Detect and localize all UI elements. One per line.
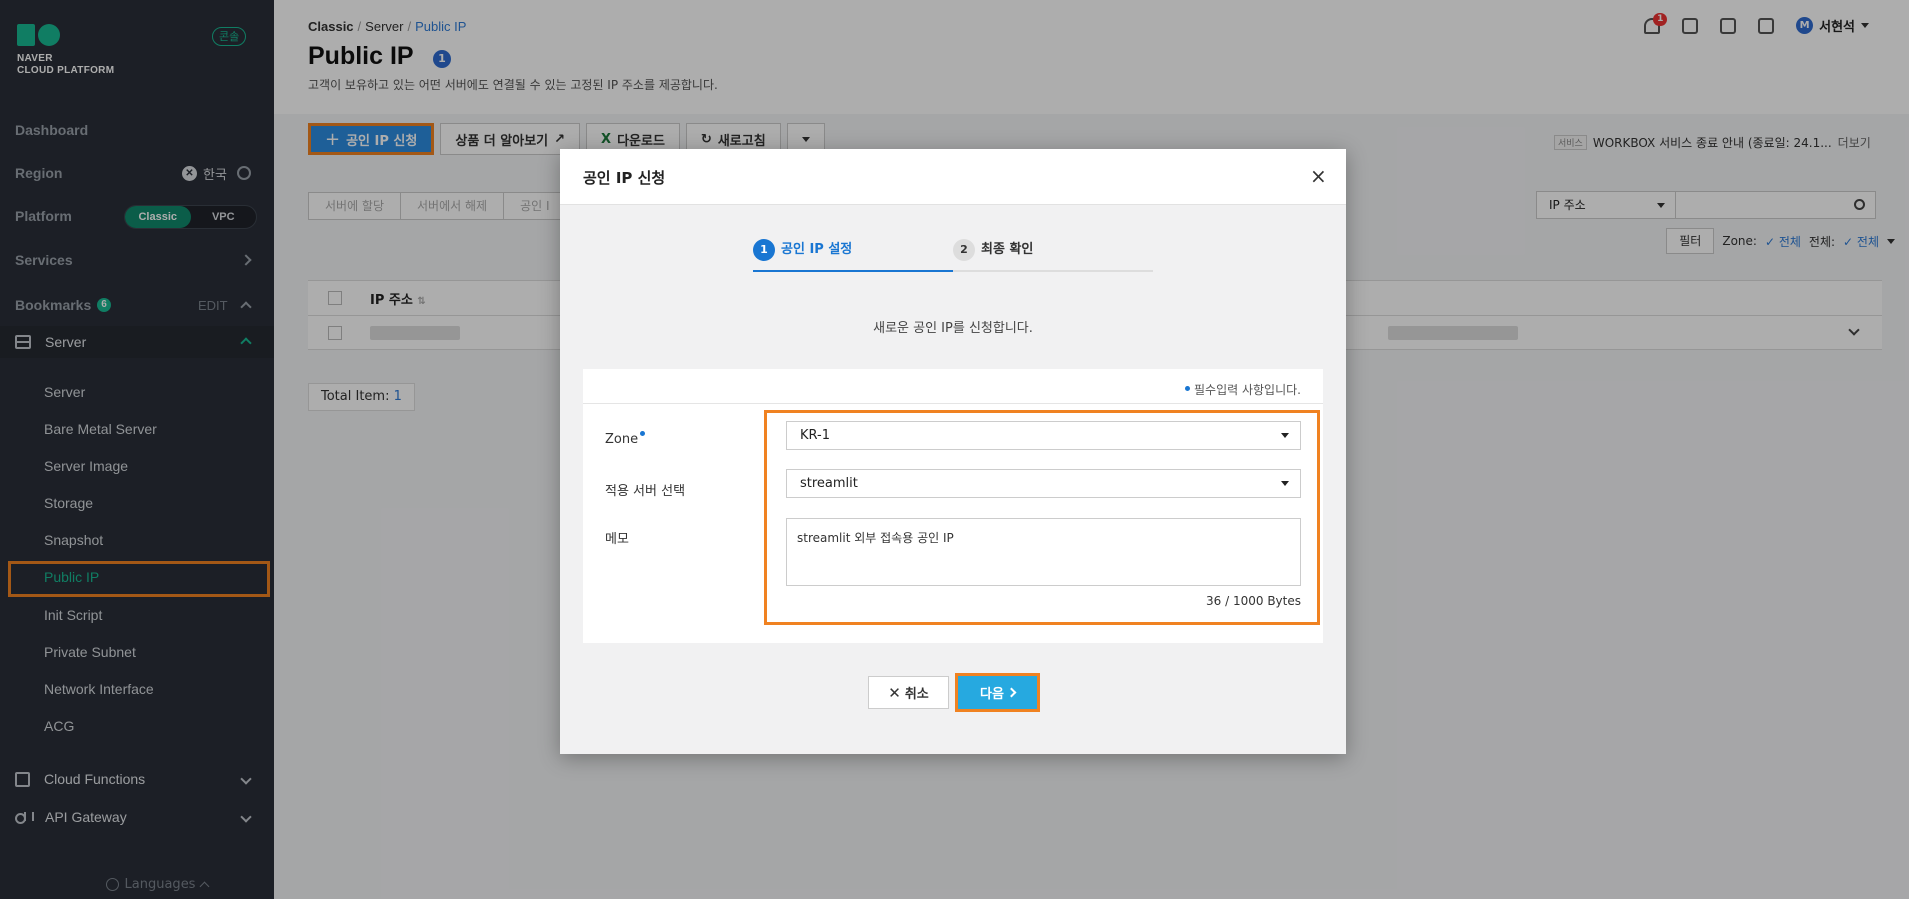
step-2-number: 2 <box>953 239 975 261</box>
next-button[interactable]: 다음 <box>955 673 1040 712</box>
caret-down-icon <box>1281 481 1289 486</box>
zone-label: Zone <box>605 431 646 447</box>
server-select[interactable]: streamlit <box>786 469 1301 498</box>
step-indicator: 1 공인 IP 설정 2 최종 확인 <box>753 239 1153 272</box>
form-card: 필수입력 사항입니다. Zone 적용 서버 선택 메모 KR-1 stream… <box>583 369 1323 643</box>
modal-header: 공인 IP 신청 × <box>560 149 1346 205</box>
chevron-right-icon <box>1006 687 1017 698</box>
memo-textarea[interactable]: streamlit 외부 접속용 공인 IP <box>786 518 1301 586</box>
step-2: 2 최종 확인 <box>953 239 1153 270</box>
zone-select-value: KR-1 <box>800 428 830 443</box>
step-2-label: 최종 확인 <box>981 242 1034 257</box>
close-icon[interactable]: × <box>1310 166 1327 186</box>
step-1: 1 공인 IP 설정 <box>753 239 953 272</box>
modal-subtitle: 새로운 공인 IP를 신청합니다. <box>873 321 1033 336</box>
caret-down-icon <box>1281 433 1289 438</box>
required-dot-icon <box>1185 386 1190 391</box>
server-select-label: 적용 서버 선택 <box>605 484 686 499</box>
apply-public-ip-modal: 공인 IP 신청 × 1 공인 IP 설정 2 최종 확인 새로운 공인 IP를… <box>560 149 1346 754</box>
memo-label: 메모 <box>605 532 629 547</box>
step-1-label: 공인 IP 설정 <box>781 242 853 257</box>
cancel-button[interactable]: ✕ 취소 <box>868 676 949 709</box>
zone-label-text: Zone <box>605 432 639 447</box>
server-select-value: streamlit <box>800 476 858 491</box>
required-note: 필수입력 사항입니다. <box>1185 381 1301 398</box>
zone-select[interactable]: KR-1 <box>786 421 1301 450</box>
step-1-number: 1 <box>753 239 775 261</box>
modal-title: 공인 IP 신청 <box>583 169 666 187</box>
required-note-text: 필수입력 사항입니다. <box>1194 383 1301 397</box>
close-icon: ✕ <box>888 683 901 702</box>
required-dot-icon <box>640 431 646 436</box>
cancel-label: 취소 <box>904 687 929 702</box>
memo-byte-count: 36 / 1000 Bytes <box>1206 594 1301 608</box>
next-label: 다음 <box>980 687 1004 702</box>
form-divider <box>583 403 1323 404</box>
